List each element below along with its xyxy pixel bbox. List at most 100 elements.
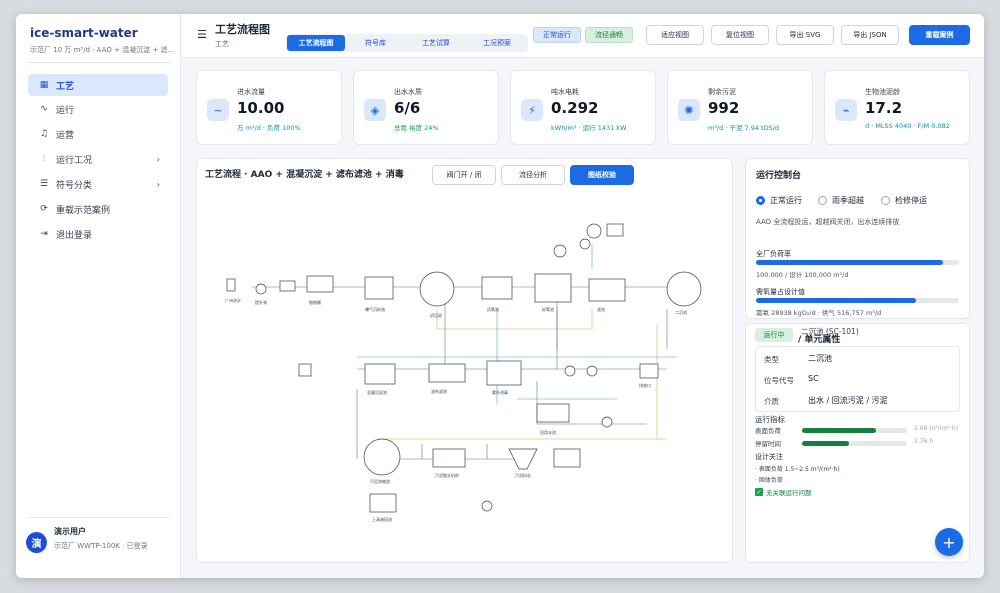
sidebar-item-symbols[interactable]: ☰ 符号分类 › xyxy=(28,173,168,195)
metric-bar xyxy=(802,428,907,433)
oxygen-label: 需氧量占设计值 xyxy=(756,288,805,296)
kpi-card-effluent: ◈ 出水水质 6/6 总氮 裕度 24% xyxy=(353,70,499,145)
kpi-label: 剩余污泥 xyxy=(708,88,736,96)
fit-view-button[interactable]: 适应视图 xyxy=(646,25,704,45)
tab-calc[interactable]: 工艺试算 xyxy=(407,35,465,51)
status-badge: 正常运行 xyxy=(533,27,581,43)
kpi-sub: m³/d · 干泥 7.94 tDS/d xyxy=(708,124,780,132)
metric-value: 1.08 m³/(m²·h) xyxy=(914,425,959,432)
add-fab-button[interactable]: + xyxy=(935,528,963,556)
sidebar-item-process[interactable]: ▦ 工艺 xyxy=(28,74,168,96)
reload-case-button[interactable]: 重载案例 xyxy=(909,25,970,45)
filter-unit xyxy=(588,278,626,302)
detail-title: / 单元属性 xyxy=(798,335,841,345)
sidebar-item-conditions[interactable]: ⫶ 运行工况 › xyxy=(28,148,168,170)
filtrate-tank xyxy=(369,493,397,513)
svg-text:污泥脱水机房: 污泥脱水机房 xyxy=(435,472,459,478)
tab-flowchart[interactable]: 工艺流程图 xyxy=(287,35,345,51)
bio-icon: ⌁ xyxy=(835,99,857,121)
process-canvas[interactable]: 工艺流程 · AAO + 混凝沉淀 + 滤布滤池 + 消毒 阀门开 / 闭 流径… xyxy=(196,158,733,563)
sidebar-item-logout[interactable]: ⇥ 退出登录 xyxy=(28,223,168,245)
aerobic-tank xyxy=(534,273,572,303)
reset-view-button[interactable]: 复位视图 xyxy=(711,25,769,45)
uv-unit xyxy=(486,360,522,386)
wave-icon: ~ xyxy=(207,99,229,121)
svg-text:好氧池: 好氧池 xyxy=(542,306,554,312)
menu-icon[interactable]: ☰ xyxy=(197,28,207,41)
oxygen-bar-fill xyxy=(756,298,917,303)
diagram-labels: 广州进水 提升泵 细格栅 曝气沉砂池 初沉池 厌氧池 好氧池 滤池 二沉池 混凝… xyxy=(225,297,687,522)
secondary-clarifier xyxy=(666,271,702,307)
no-issue-note: ✓ 无关联运行问题 xyxy=(755,487,812,497)
svg-text:滤池: 滤池 xyxy=(597,306,605,312)
focus-title: 设计关注 xyxy=(755,453,783,461)
kpi-card-sludge: ✺ 剩余污泥 992 m³/d · 干泥 7.94 tDS/d xyxy=(667,70,813,145)
kpi-value: 992 xyxy=(708,99,740,117)
export-svg-button[interactable]: 导出 SVG xyxy=(776,25,834,45)
anaerobic-tank xyxy=(481,276,513,300)
metric-bar-fill xyxy=(802,441,850,446)
radio-label: 正常运行 xyxy=(770,196,802,205)
kpi-card-srt: ⌁ 生物池泥龄 17.2 d · MLSS 4040 · F/M 0.082 xyxy=(824,70,970,145)
sidebar-item-operation[interactable]: ∿ 运行 xyxy=(28,98,168,120)
export-json-button[interactable]: 导出 JSON xyxy=(841,25,899,45)
tab-plans[interactable]: 工况预案 xyxy=(468,35,526,51)
sidebar-item-label: 退出登录 xyxy=(56,230,93,241)
svg-text:混凝沉淀池: 混凝沉淀池 xyxy=(367,389,387,395)
kpi-label: 生物池泥龄 xyxy=(865,88,900,96)
focus-item: · 表面负荷 1.5~2.5 m³/(m²·h) xyxy=(755,466,840,473)
svg-text:排放口: 排放口 xyxy=(639,382,651,388)
sliders-icon: ⫶ xyxy=(42,154,46,164)
svg-text:紫外消毒: 紫外消毒 xyxy=(492,389,508,395)
mode-description: AAO 全流程投运，超越阀关闭，出水连续排放 xyxy=(756,218,900,226)
attr-label: 位号代号 xyxy=(764,376,794,385)
mode-normal-radio[interactable]: 正常运行 xyxy=(756,195,802,206)
tab-symbols[interactable]: 符号库 xyxy=(348,35,403,51)
attr-label: 介质 xyxy=(764,397,779,406)
chevron-right-icon: › xyxy=(156,179,160,189)
metric-bar-fill xyxy=(802,428,876,433)
oxygen-bar xyxy=(756,298,959,303)
svg-text:回用水池: 回用水池 xyxy=(540,429,556,435)
chlorinator xyxy=(606,223,624,237)
kpi-card-inflow: ~ 进水流量 10.00 万 m³/d · 负荷 100% xyxy=(196,70,342,145)
logout-icon: ⇥ xyxy=(40,229,48,239)
load-value: 100,000 / 设计 100,000 m³/d xyxy=(756,271,849,279)
svg-text:污泥料仓: 污泥料仓 xyxy=(515,472,531,478)
sidebar-item-ops[interactable]: ♫ 运营 xyxy=(28,123,168,145)
kpi-sub: 万 m³/d · 负荷 100% xyxy=(237,124,301,132)
kpi-sub: kWh/m³ · 运行 1431 kW xyxy=(551,124,627,132)
grid-icon: ▦ xyxy=(39,80,49,90)
user-status: 示范厂 WWTP-100K · 已登录 xyxy=(54,542,148,550)
page-title: 工艺流程图 xyxy=(215,23,270,36)
bell-icon: ♫ xyxy=(39,129,49,139)
kpi-label: 进水流量 xyxy=(237,88,265,96)
check-icon: ✓ xyxy=(755,488,763,496)
svg-text:曝气沉砂池: 曝气沉砂池 xyxy=(365,306,385,312)
metrics-title: 运行指标 xyxy=(755,415,785,424)
sidebar: ice-smart-water 示范厂 10 万 m³/d · AAO + 混凝… xyxy=(16,14,181,578)
activity-icon: ∿ xyxy=(40,104,48,114)
meter-2 xyxy=(586,365,598,377)
kpi-card-energy: ⚡ 吨水电耗 0.292 kWh/m³ · 运行 1431 kW xyxy=(510,70,656,145)
radio-off-icon xyxy=(818,196,827,205)
pfd-diagram[interactable]: 广州进水 提升泵 细格栅 曝气沉砂池 初沉池 厌氧池 好氧池 滤池 二沉池 混凝… xyxy=(197,159,733,563)
kpi-value: 10.00 xyxy=(237,99,285,117)
grit-chamber xyxy=(364,276,394,300)
kpi-sub: 总氮 裕度 24% xyxy=(394,124,439,132)
svg-text:上清液回流: 上清液回流 xyxy=(372,516,392,522)
avatar[interactable]: 演 xyxy=(26,532,47,553)
control-title: 运行控制台 xyxy=(756,171,802,181)
radio-label: 雨季超越 xyxy=(832,196,864,205)
mode-rain-radio[interactable]: 雨季超越 xyxy=(818,195,864,206)
monitor xyxy=(298,363,312,377)
user-name: 演示用户 xyxy=(54,527,86,536)
mode-maint-radio[interactable]: 检修停运 xyxy=(881,195,927,206)
metric-bar xyxy=(802,441,907,446)
sidebar-item-reload[interactable]: ⟳ 重载示范案例 xyxy=(28,198,168,220)
chevron-right-icon: › xyxy=(156,154,160,164)
sidebar-item-label: 运营 xyxy=(56,130,75,141)
attr-value: 出水 / 回流污泥 / 污泥 xyxy=(808,396,888,405)
blower xyxy=(586,223,602,239)
inlet-node xyxy=(226,278,236,292)
